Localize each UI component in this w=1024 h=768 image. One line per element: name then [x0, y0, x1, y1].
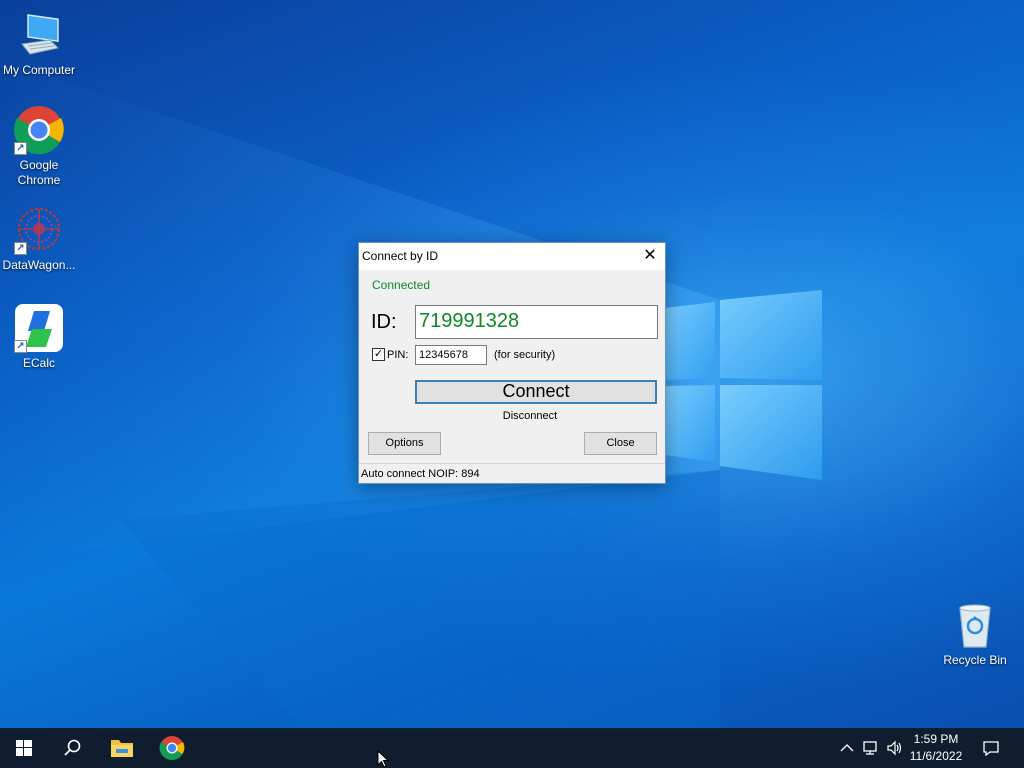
- desktop-icon-ecalc[interactable]: ↗ ECalc: [0, 303, 78, 371]
- search-icon: [64, 739, 81, 756]
- chrome-icon: ↗: [13, 105, 64, 155]
- taskbar: 1:59 PM 11/6/2022: [0, 728, 1024, 768]
- desktop-icon-label: My Computer: [2, 63, 76, 77]
- ecalc-icon: ↗: [14, 303, 64, 353]
- file-explorer-icon: [111, 740, 133, 757]
- dialog-status-bar: Auto connect NOIP: 894: [359, 463, 665, 483]
- notification-icon[interactable]: [982, 739, 1000, 757]
- dialog-close-icon[interactable]: ✕: [635, 243, 665, 270]
- chrome-icon: [159, 736, 185, 761]
- computer-icon: [14, 10, 64, 60]
- shortcut-arrow-icon: ↗: [14, 340, 27, 353]
- network-icon[interactable]: [862, 739, 880, 757]
- desktop-icon-datawagon[interactable]: ↗ DataWagon...: [0, 205, 78, 273]
- recycle-bin-icon: [950, 600, 1000, 650]
- connection-status: Connected: [372, 278, 431, 292]
- start-icon: [16, 740, 32, 756]
- desktop-icon-label: DataWagon...: [2, 258, 76, 272]
- pin-hint: (for security): [494, 349, 556, 361]
- dialog-title: Connect by ID: [362, 249, 439, 263]
- pin-label: PIN:: [387, 349, 409, 361]
- volume-icon[interactable]: [886, 739, 904, 757]
- id-label: ID:: [371, 311, 397, 333]
- clock-date[interactable]: 11/6/2022: [906, 749, 966, 763]
- desktop-icon-recycle-bin[interactable]: Recycle Bin: [936, 600, 1014, 668]
- search-button[interactable]: [48, 728, 96, 768]
- start-button[interactable]: [0, 728, 48, 768]
- desktop-icon-label: Google Chrome: [17, 158, 61, 187]
- shortcut-arrow-icon: ↗: [14, 142, 27, 155]
- pin-checkbox[interactable]: ✓: [372, 348, 385, 361]
- desktop-icon-my-computer[interactable]: My Computer: [0, 10, 78, 78]
- desktop-icon-label: ECalc: [22, 356, 55, 370]
- chevron-up-icon[interactable]: [838, 739, 856, 757]
- shortcut-arrow-icon: ↗: [14, 242, 27, 255]
- desktop-icon-google-chrome[interactable]: ↗ Google Chrome: [0, 105, 78, 188]
- pin-input[interactable]: 12345678: [415, 345, 487, 365]
- disconnect-button[interactable]: Disconnect: [415, 410, 645, 422]
- chrome-taskbar-button[interactable]: [148, 728, 196, 768]
- connect-button[interactable]: Connect: [415, 380, 657, 404]
- desktop: My Computer ↗ Google Chrome ↗ DataWagon.…: [0, 0, 1024, 728]
- datawagon-icon: ↗: [14, 205, 64, 255]
- clock-time[interactable]: 1:59 PM: [906, 732, 966, 746]
- dialog-titlebar[interactable]: Connect by ID ✕: [359, 243, 665, 270]
- mouse-cursor-icon: [377, 750, 390, 768]
- connect-by-id-dialog: Connect by ID ✕ Connected ID: 719991328 …: [358, 242, 666, 484]
- id-input[interactable]: 719991328: [415, 305, 658, 339]
- file-explorer-button[interactable]: [98, 728, 146, 768]
- options-button[interactable]: Options: [368, 432, 441, 455]
- desktop-icon-label: Recycle Bin: [943, 653, 1007, 667]
- close-button[interactable]: Close: [584, 432, 657, 455]
